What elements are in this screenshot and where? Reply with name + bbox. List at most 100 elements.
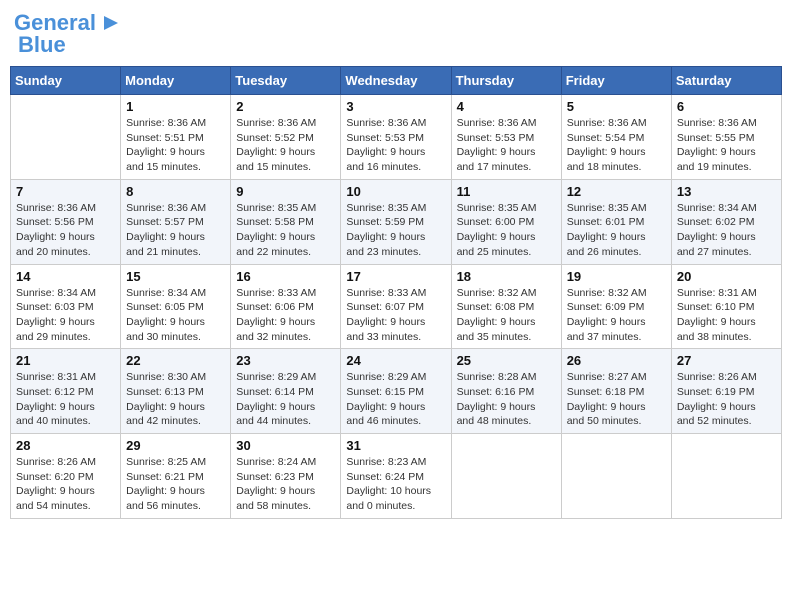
day-info: Sunrise: 8:31 AM Sunset: 6:10 PM Dayligh…	[677, 286, 776, 345]
day-info: Sunrise: 8:29 AM Sunset: 6:14 PM Dayligh…	[236, 370, 335, 429]
header-cell-wednesday: Wednesday	[341, 67, 451, 95]
day-cell: 9 Sunrise: 8:35 AM Sunset: 5:58 PM Daylig…	[231, 179, 341, 264]
day-number: 13	[677, 184, 776, 199]
day-info: Sunrise: 8:25 AM Sunset: 6:21 PM Dayligh…	[126, 455, 225, 514]
week-row-2: 7Sunrise: 8:36 AM Sunset: 5:56 PM Daylig…	[11, 179, 782, 264]
logo-arrow-icon	[100, 12, 122, 34]
header-cell-tuesday: Tuesday	[231, 67, 341, 95]
calendar-body: 1Sunrise: 8:36 AM Sunset: 5:51 PM Daylig…	[11, 95, 782, 519]
day-number: 19	[567, 269, 666, 284]
day-number: 8	[126, 184, 225, 199]
day-number: 22	[126, 353, 225, 368]
day-info: Sunrise: 8:31 AM Sunset: 6:12 PM Dayligh…	[16, 370, 115, 429]
calendar-header: SundayMondayTuesdayWednesdayThursdayFrid…	[11, 67, 782, 95]
day-number: 30	[236, 438, 335, 453]
day-number: 4	[457, 99, 556, 114]
day-info: Sunrise: 8:35 AM Sunset: 6:00 PM Dayligh…	[457, 201, 556, 260]
day-info: Sunrise: 8:35 AM Sunset: 5:58 PM Dayligh…	[236, 201, 335, 260]
day-number: 26	[567, 353, 666, 368]
day-info: Sunrise: 8:23 AM Sunset: 6:24 PM Dayligh…	[346, 455, 445, 514]
day-info: Sunrise: 8:28 AM Sunset: 6:16 PM Dayligh…	[457, 370, 556, 429]
week-row-4: 21 Sunrise: 8:31 AM Sunset: 6:12 PM Dayli…	[11, 349, 782, 434]
day-number: 15	[126, 269, 225, 284]
day-number: 23	[236, 353, 335, 368]
day-info: Sunrise: 8:32 AM Sunset: 6:08 PM Dayligh…	[457, 286, 556, 345]
day-info: Sunrise: 8:34 AM Sunset: 6:02 PM Dayligh…	[677, 201, 776, 260]
day-info: Sunrise: 8:36 AM Sunset: 5:53 PM Dayligh…	[346, 116, 445, 175]
day-cell	[451, 434, 561, 519]
day-info: Sunrise: 8:34 AM Sunset: 6:05 PM Dayligh…	[126, 286, 225, 345]
day-info: Sunrise: 8:33 AM Sunset: 6:07 PM Dayligh…	[346, 286, 445, 345]
day-info: Sunrise: 8:35 AM Sunset: 5:59 PM Dayligh…	[346, 201, 445, 260]
day-cell: 7Sunrise: 8:36 AM Sunset: 5:56 PM Daylig…	[11, 179, 121, 264]
day-cell: 13 Sunrise: 8:34 AM Sunset: 6:02 PM Dayli…	[671, 179, 781, 264]
day-cell: 6Sunrise: 8:36 AM Sunset: 5:55 PM Daylig…	[671, 95, 781, 180]
logo: General Blue	[14, 10, 122, 58]
day-cell: 26Sunrise: 8:27 AM Sunset: 6:18 PM Dayli…	[561, 349, 671, 434]
day-info: Sunrise: 8:36 AM Sunset: 5:53 PM Dayligh…	[457, 116, 556, 175]
day-number: 1	[126, 99, 225, 114]
day-cell: 18 Sunrise: 8:32 AM Sunset: 6:08 PM Dayli…	[451, 264, 561, 349]
day-cell: 2Sunrise: 8:36 AM Sunset: 5:52 PM Daylig…	[231, 95, 341, 180]
day-cell: 22 Sunrise: 8:30 AM Sunset: 6:13 PM Dayli…	[121, 349, 231, 434]
day-info: Sunrise: 8:36 AM Sunset: 5:54 PM Dayligh…	[567, 116, 666, 175]
day-info: Sunrise: 8:36 AM Sunset: 5:57 PM Dayligh…	[126, 201, 225, 260]
day-cell: 19 Sunrise: 8:32 AM Sunset: 6:09 PM Dayli…	[561, 264, 671, 349]
header-cell-monday: Monday	[121, 67, 231, 95]
day-cell: 4 Sunrise: 8:36 AM Sunset: 5:53 PM Daylig…	[451, 95, 561, 180]
day-cell	[671, 434, 781, 519]
day-cell: 10Sunrise: 8:35 AM Sunset: 5:59 PM Dayli…	[341, 179, 451, 264]
day-number: 5	[567, 99, 666, 114]
day-info: Sunrise: 8:26 AM Sunset: 6:19 PM Dayligh…	[677, 370, 776, 429]
day-cell: 1Sunrise: 8:36 AM Sunset: 5:51 PM Daylig…	[121, 95, 231, 180]
day-cell: 27 Sunrise: 8:26 AM Sunset: 6:19 PM Dayli…	[671, 349, 781, 434]
day-number: 27	[677, 353, 776, 368]
week-row-1: 1Sunrise: 8:36 AM Sunset: 5:51 PM Daylig…	[11, 95, 782, 180]
day-cell	[561, 434, 671, 519]
day-cell: 30 Sunrise: 8:24 AM Sunset: 6:23 PM Dayli…	[231, 434, 341, 519]
header-cell-saturday: Saturday	[671, 67, 781, 95]
day-number: 14	[16, 269, 115, 284]
day-number: 18	[457, 269, 556, 284]
week-row-3: 14 Sunrise: 8:34 AM Sunset: 6:03 PM Dayli…	[11, 264, 782, 349]
day-number: 16	[236, 269, 335, 284]
day-info: Sunrise: 8:36 AM Sunset: 5:52 PM Dayligh…	[236, 116, 335, 175]
day-cell: 23 Sunrise: 8:29 AM Sunset: 6:14 PM Dayli…	[231, 349, 341, 434]
day-number: 31	[346, 438, 445, 453]
day-cell: 29 Sunrise: 8:25 AM Sunset: 6:21 PM Dayli…	[121, 434, 231, 519]
day-number: 20	[677, 269, 776, 284]
day-cell: 28 Sunrise: 8:26 AM Sunset: 6:20 PM Dayli…	[11, 434, 121, 519]
day-info: Sunrise: 8:26 AM Sunset: 6:20 PM Dayligh…	[16, 455, 115, 514]
day-number: 12	[567, 184, 666, 199]
calendar-table: SundayMondayTuesdayWednesdayThursdayFrid…	[10, 66, 782, 519]
day-cell: 11Sunrise: 8:35 AM Sunset: 6:00 PM Dayli…	[451, 179, 561, 264]
day-number: 9	[236, 184, 335, 199]
day-info: Sunrise: 8:33 AM Sunset: 6:06 PM Dayligh…	[236, 286, 335, 345]
header-cell-friday: Friday	[561, 67, 671, 95]
day-cell: 14 Sunrise: 8:34 AM Sunset: 6:03 PM Dayli…	[11, 264, 121, 349]
day-number: 24	[346, 353, 445, 368]
day-number: 17	[346, 269, 445, 284]
day-info: Sunrise: 8:30 AM Sunset: 6:13 PM Dayligh…	[126, 370, 225, 429]
day-info: Sunrise: 8:29 AM Sunset: 6:15 PM Dayligh…	[346, 370, 445, 429]
day-number: 29	[126, 438, 225, 453]
header-cell-sunday: Sunday	[11, 67, 121, 95]
day-number: 28	[16, 438, 115, 453]
day-cell: 25 Sunrise: 8:28 AM Sunset: 6:16 PM Dayli…	[451, 349, 561, 434]
day-info: Sunrise: 8:24 AM Sunset: 6:23 PM Dayligh…	[236, 455, 335, 514]
day-info: Sunrise: 8:36 AM Sunset: 5:56 PM Dayligh…	[16, 201, 115, 260]
day-cell: 3Sunrise: 8:36 AM Sunset: 5:53 PM Daylig…	[341, 95, 451, 180]
day-number: 25	[457, 353, 556, 368]
day-info: Sunrise: 8:32 AM Sunset: 6:09 PM Dayligh…	[567, 286, 666, 345]
day-cell: 21 Sunrise: 8:31 AM Sunset: 6:12 PM Dayli…	[11, 349, 121, 434]
day-cell: 12Sunrise: 8:35 AM Sunset: 6:01 PM Dayli…	[561, 179, 671, 264]
day-number: 21	[16, 353, 115, 368]
day-cell	[11, 95, 121, 180]
day-info: Sunrise: 8:34 AM Sunset: 6:03 PM Dayligh…	[16, 286, 115, 345]
week-row-5: 28 Sunrise: 8:26 AM Sunset: 6:20 PM Dayli…	[11, 434, 782, 519]
logo-blue: Blue	[18, 32, 66, 57]
day-cell: 16 Sunrise: 8:33 AM Sunset: 6:06 PM Dayli…	[231, 264, 341, 349]
day-cell: 5 Sunrise: 8:36 AM Sunset: 5:54 PM Daylig…	[561, 95, 671, 180]
day-cell: 20 Sunrise: 8:31 AM Sunset: 6:10 PM Dayli…	[671, 264, 781, 349]
day-cell: 17 Sunrise: 8:33 AM Sunset: 6:07 PM Dayli…	[341, 264, 451, 349]
